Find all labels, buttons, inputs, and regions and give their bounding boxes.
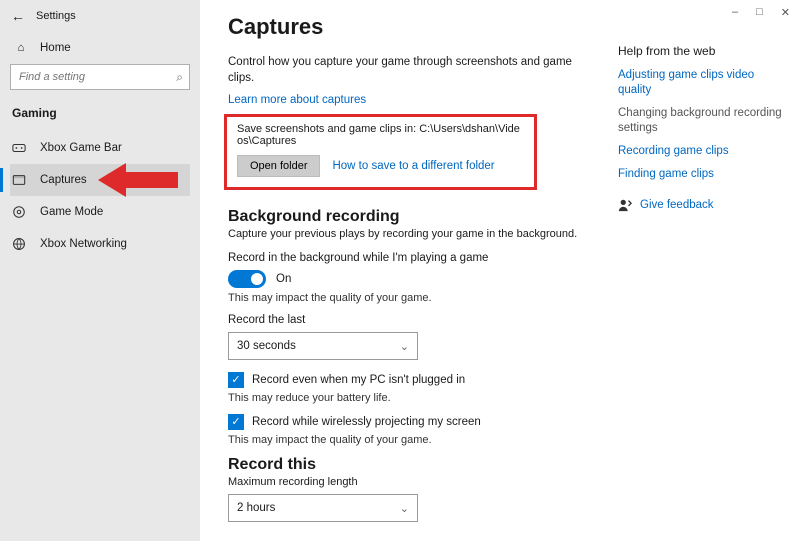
annotation-arrow-icon — [98, 163, 178, 197]
close-icon[interactable]: ✕ — [781, 6, 790, 19]
help-panel: Help from the web Adjusting game clips v… — [618, 14, 788, 534]
feedback-icon — [618, 198, 632, 212]
bg-toggle-state: On — [276, 273, 291, 285]
main-content: – □ ✕ Captures Control how you capture y… — [200, 0, 800, 541]
home-nav[interactable]: ⌂ Home — [12, 42, 190, 54]
title-row: ← Settings — [10, 8, 190, 24]
nav-label: Game Mode — [40, 206, 103, 218]
minimize-icon[interactable]: – — [732, 6, 738, 19]
save-path-text: Save screenshots and game clips in: C:\U… — [237, 123, 524, 147]
bg-recording-heading: Background recording — [228, 208, 618, 226]
record-this-heading: Record this — [228, 456, 618, 474]
bg-toggle[interactable] — [228, 270, 266, 288]
game-mode-icon — [12, 205, 30, 219]
sidebar-item-xbox-game-bar[interactable]: Xbox Game Bar — [10, 132, 190, 164]
nav-label: Captures — [40, 174, 87, 186]
xbox-network-icon — [12, 237, 30, 251]
help-title: Help from the web — [618, 44, 788, 58]
help-link-change-bg[interactable]: Changing background recording settings — [618, 106, 788, 136]
help-link-quality[interactable]: Adjusting game clips video quality — [618, 68, 788, 98]
section-label: Gaming — [12, 106, 190, 120]
home-label: Home — [40, 42, 71, 54]
app-title: Settings — [36, 10, 76, 22]
annotation-highlight-box: Save screenshots and game clips in: C:\U… — [224, 114, 537, 190]
sidebar-item-game-mode[interactable]: Game Mode — [10, 196, 190, 228]
max-length-select[interactable]: 2 hours ⌄ — [228, 494, 418, 522]
captures-icon — [12, 173, 30, 187]
max-length-value: 2 hours — [237, 502, 275, 514]
settings-sidebar: ← Settings ⌂ Home ⌕ Gaming Xbox Game Bar… — [0, 0, 200, 541]
checkbox-wireless-note: This may impact the quality of your game… — [228, 434, 618, 446]
give-feedback[interactable]: Give feedback — [618, 198, 788, 212]
page-title: Captures — [228, 14, 618, 40]
checkbox-plugged[interactable]: ✓ — [228, 372, 244, 388]
chevron-down-icon: ⌄ — [400, 340, 409, 353]
chevron-down-icon: ⌄ — [400, 502, 409, 515]
sidebar-item-xbox-networking[interactable]: Xbox Networking — [10, 228, 190, 260]
search-input[interactable] — [17, 70, 176, 84]
record-last-value: 30 seconds — [237, 340, 296, 352]
nav-label: Xbox Game Bar — [40, 142, 122, 154]
maximize-icon[interactable]: □ — [756, 6, 763, 19]
learn-more-link[interactable]: Learn more about captures — [228, 94, 618, 106]
back-icon[interactable]: ← — [10, 8, 26, 24]
max-length-label: Maximum recording length — [228, 476, 618, 488]
window-controls: – □ ✕ — [732, 6, 790, 19]
bg-toggle-label: Record in the background while I'm playi… — [228, 252, 618, 264]
help-link-recording[interactable]: Recording game clips — [618, 144, 788, 159]
checkbox-plugged-note: This may reduce your battery life. — [228, 392, 618, 404]
nav-label: Xbox Networking — [40, 238, 127, 250]
search-icon: ⌕ — [176, 70, 183, 85]
bg-recording-sub: Capture your previous plays by recording… — [228, 228, 618, 240]
sidebar-item-captures[interactable]: Captures — [10, 164, 190, 196]
help-link-finding[interactable]: Finding game clips — [618, 167, 788, 182]
search-box[interactable]: ⌕ — [10, 64, 190, 90]
checkbox-wireless-label: Record while wirelessly projecting my sc… — [252, 416, 481, 428]
home-icon: ⌂ — [12, 42, 30, 54]
checkbox-wireless[interactable]: ✓ — [228, 414, 244, 430]
record-last-label: Record the last — [228, 314, 618, 326]
record-last-select[interactable]: 30 seconds ⌄ — [228, 332, 418, 360]
diff-folder-link[interactable]: How to save to a different folder — [332, 160, 494, 172]
give-feedback-label: Give feedback — [640, 199, 714, 211]
open-folder-button[interactable]: Open folder — [237, 155, 320, 177]
bg-impact-note: This may impact the quality of your game… — [228, 292, 618, 304]
checkbox-plugged-label: Record even when my PC isn't plugged in — [252, 374, 465, 386]
intro-text: Control how you capture your game throug… — [228, 54, 598, 86]
xbox-icon — [12, 141, 30, 155]
